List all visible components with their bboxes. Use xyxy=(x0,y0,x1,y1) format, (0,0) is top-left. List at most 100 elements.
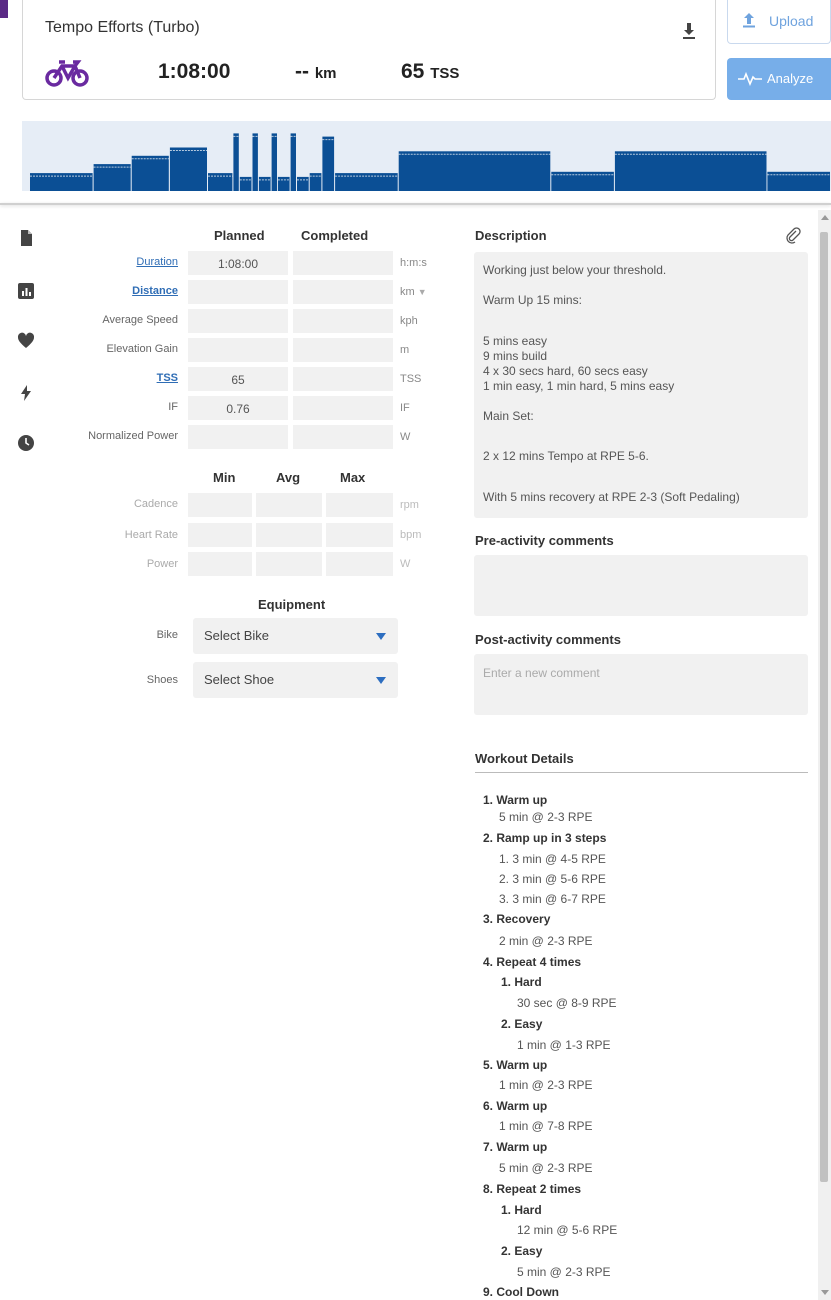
step-detail: 3. 3 min @ 6-7 RPE xyxy=(499,892,606,906)
planned-np-field[interactable] xyxy=(188,425,288,449)
planned-duration-field[interactable]: 1:08:00 xyxy=(188,251,288,275)
planned-distance-field[interactable] xyxy=(188,280,288,304)
completed-avg-speed-field[interactable] xyxy=(293,309,393,333)
workout-details-title: Workout Details xyxy=(475,751,574,766)
unit-cadence: rpm xyxy=(400,499,419,511)
scrollbar-thumb[interactable] xyxy=(820,232,828,1182)
step-title: 1. Hard xyxy=(501,975,542,989)
cadence-avg-field[interactable] xyxy=(256,493,322,517)
cadence-max-field[interactable] xyxy=(326,493,393,517)
col-completed: Completed xyxy=(301,228,369,243)
planned-elevation-field[interactable] xyxy=(188,338,288,362)
paperclip-icon[interactable] xyxy=(785,226,801,244)
profile-interval-bar[interactable] xyxy=(271,133,277,191)
unit-elevation: m xyxy=(400,344,410,356)
unit-duration: h:m:s xyxy=(400,257,427,269)
planned-avg-speed-field[interactable] xyxy=(188,309,288,333)
unit-power: W xyxy=(400,558,411,570)
pre-activity-title: Pre-activity comments xyxy=(475,533,614,548)
planned-tss-field[interactable]: 65 xyxy=(188,367,288,391)
scroll-up-icon[interactable] xyxy=(821,215,829,220)
profile-interval-bar[interactable] xyxy=(297,176,309,191)
scroll-down-icon[interactable] xyxy=(821,1290,829,1295)
step-detail: 1 min @ 7-8 RPE xyxy=(499,1119,593,1133)
shoes-select[interactable]: Select Shoe xyxy=(193,662,398,698)
step-detail: 2. 3 min @ 5-6 RPE xyxy=(499,872,606,886)
completed-distance-field[interactable] xyxy=(293,280,393,304)
label-normalized-power: Normalized Power xyxy=(88,430,178,442)
step-title: 8. Repeat 2 times xyxy=(483,1182,582,1196)
profile-interval-bar[interactable] xyxy=(93,164,131,191)
unit-distance: km xyxy=(400,286,415,298)
description-title: Description xyxy=(475,228,547,243)
power-min-field[interactable] xyxy=(188,552,252,576)
post-activity-comment-input[interactable]: Enter a new comment xyxy=(474,654,808,715)
workout-header-card: Tempo Efforts (Turbo) 1:08:00 -- km 65 T… xyxy=(22,0,716,100)
hr-max-field[interactable] xyxy=(326,523,393,547)
profile-interval-bar[interactable] xyxy=(233,133,239,191)
analyze-button[interactable]: Analyze xyxy=(727,58,831,100)
step-detail: 2 min @ 2-3 RPE xyxy=(499,934,593,948)
description-line: With 5 mins recovery at RPE 2-3 (Soft Pe… xyxy=(483,490,740,504)
upload-icon xyxy=(743,13,755,28)
post-activity-title: Post-activity comments xyxy=(475,632,621,647)
profile-interval-bar[interactable] xyxy=(398,151,551,191)
unit-heart-rate: bpm xyxy=(400,529,422,541)
label-tss[interactable]: TSS xyxy=(0,372,178,384)
profile-interval-bar[interactable] xyxy=(169,147,207,192)
label-duration[interactable]: Duration xyxy=(0,256,178,268)
step-detail: 1 min @ 2-3 RPE xyxy=(499,1078,593,1092)
description-line: Main Set: xyxy=(483,409,534,423)
step-detail: 5 min @ 2-3 RPE xyxy=(499,1161,593,1175)
bike-select[interactable]: Select Bike xyxy=(193,618,398,654)
completed-np-field[interactable] xyxy=(293,425,393,449)
cadence-min-field[interactable] xyxy=(188,493,252,517)
hr-min-field[interactable] xyxy=(188,523,252,547)
shoes-select-value: Select Shoe xyxy=(204,672,275,687)
pulse-icon xyxy=(738,71,762,86)
profile-interval-bar[interactable] xyxy=(239,176,252,191)
profile-interval-bar[interactable] xyxy=(131,155,169,191)
step-title: 1. Warm up xyxy=(483,793,548,807)
step-detail: 5 min @ 2-3 RPE xyxy=(499,810,593,824)
description-line: Working just below your threshold. xyxy=(483,263,667,277)
label-distance[interactable]: Distance xyxy=(0,285,178,297)
col-planned: Planned xyxy=(214,228,265,243)
upload-button[interactable]: Upload xyxy=(727,0,831,44)
pre-activity-comment-box[interactable] xyxy=(474,555,808,616)
workout-details-divider xyxy=(475,772,808,773)
profile-interval-bar[interactable] xyxy=(258,176,271,191)
description-box[interactable]: Working just below your threshold. Warm … xyxy=(474,252,808,518)
power-avg-field[interactable] xyxy=(256,552,322,576)
description-line: Warm Up 15 mins: xyxy=(483,293,582,307)
lightning-icon[interactable] xyxy=(17,384,35,402)
profile-interval-bar[interactable] xyxy=(322,136,335,191)
unit-distance-select[interactable]: km ▼ xyxy=(400,286,427,298)
step-detail: 30 sec @ 8-9 RPE xyxy=(517,996,617,1010)
hr-avg-field[interactable] xyxy=(256,523,322,547)
planned-if-field[interactable]: 0.76 xyxy=(188,396,288,420)
completed-elevation-field[interactable] xyxy=(293,338,393,362)
analyze-label: Analyze xyxy=(767,71,814,86)
step-title: 1. Hard xyxy=(501,1203,542,1217)
step-title: 2. Ramp up in 3 steps xyxy=(483,831,607,845)
completed-if-field[interactable] xyxy=(293,396,393,420)
scrollbar[interactable] xyxy=(818,210,831,1300)
power-max-field[interactable] xyxy=(326,552,393,576)
label-if: IF xyxy=(168,401,178,413)
completed-tss-field[interactable] xyxy=(293,367,393,391)
equipment-title: Equipment xyxy=(258,597,326,612)
profile-interval-bar[interactable] xyxy=(277,176,290,191)
completed-duration-field[interactable] xyxy=(293,251,393,275)
profile-interval-bar[interactable] xyxy=(290,133,296,191)
label-elevation-gain: Elevation Gain xyxy=(106,343,178,355)
step-title: 5. Warm up xyxy=(483,1058,548,1072)
profile-interval-bar[interactable] xyxy=(614,151,767,191)
caret-down-icon xyxy=(376,677,386,684)
download-icon[interactable] xyxy=(681,22,697,40)
unit-if: IF xyxy=(400,402,410,414)
chevron-down-icon: ▼ xyxy=(417,287,427,297)
document-icon[interactable] xyxy=(17,229,35,247)
profile-interval-bar[interactable] xyxy=(252,133,258,191)
planned-duration: 1:08:00 xyxy=(158,60,231,83)
